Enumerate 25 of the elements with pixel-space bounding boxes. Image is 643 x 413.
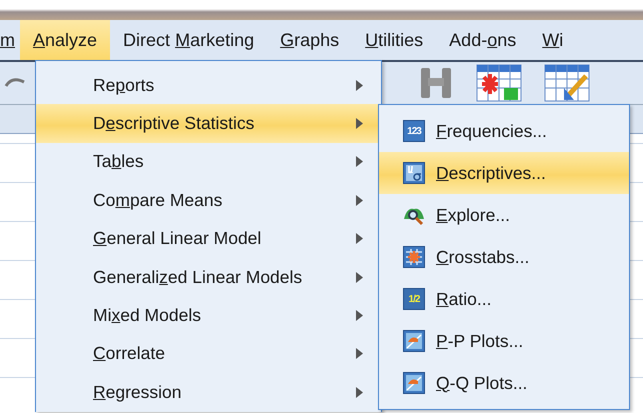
menu-item[interactable]: 1/2 Ratio... — [379, 278, 629, 320]
menu-item[interactable]: Add-ons — [436, 20, 530, 60]
menu-item[interactable]: Crosstabs... — [379, 236, 629, 278]
menu-item[interactable]: General Linear Model — [36, 220, 381, 258]
menu-item[interactable]: Utilities — [352, 20, 436, 60]
number-icon: 1/2 — [403, 288, 425, 310]
menu-item[interactable]: Reports — [36, 66, 381, 104]
menu-item[interactable]: P-P Plots... — [379, 320, 629, 362]
menu-item[interactable]: Explore... — [379, 194, 629, 236]
menu-item[interactable]: Graphs — [267, 20, 352, 60]
menu-item[interactable]: Q-Q Plots... — [379, 362, 629, 404]
menu-item[interactable]: 123 Frequencies... — [379, 110, 629, 152]
menu-item[interactable]: Analyze — [20, 20, 110, 60]
menu-item[interactable]: m — [0, 20, 20, 60]
menu-item[interactable]: Generalized Linear Models — [36, 258, 381, 296]
number-icon: 123 — [403, 120, 425, 142]
menu-item[interactable]: Wi — [529, 20, 576, 60]
menu-item[interactable]: Descriptives... — [379, 152, 629, 194]
menu-item[interactable]: Compare Means — [36, 181, 381, 220]
menu-item[interactable]: Tables — [36, 142, 381, 182]
menu-item[interactable]: Mixed Models — [36, 296, 381, 335]
menu-item[interactable]: Direct Marketing — [110, 20, 268, 60]
menu-item[interactable]: Descriptive Statistics — [36, 104, 381, 143]
menu-item[interactable]: Correlate — [36, 334, 381, 374]
menu-item[interactable]: Regression — [36, 373, 381, 412]
